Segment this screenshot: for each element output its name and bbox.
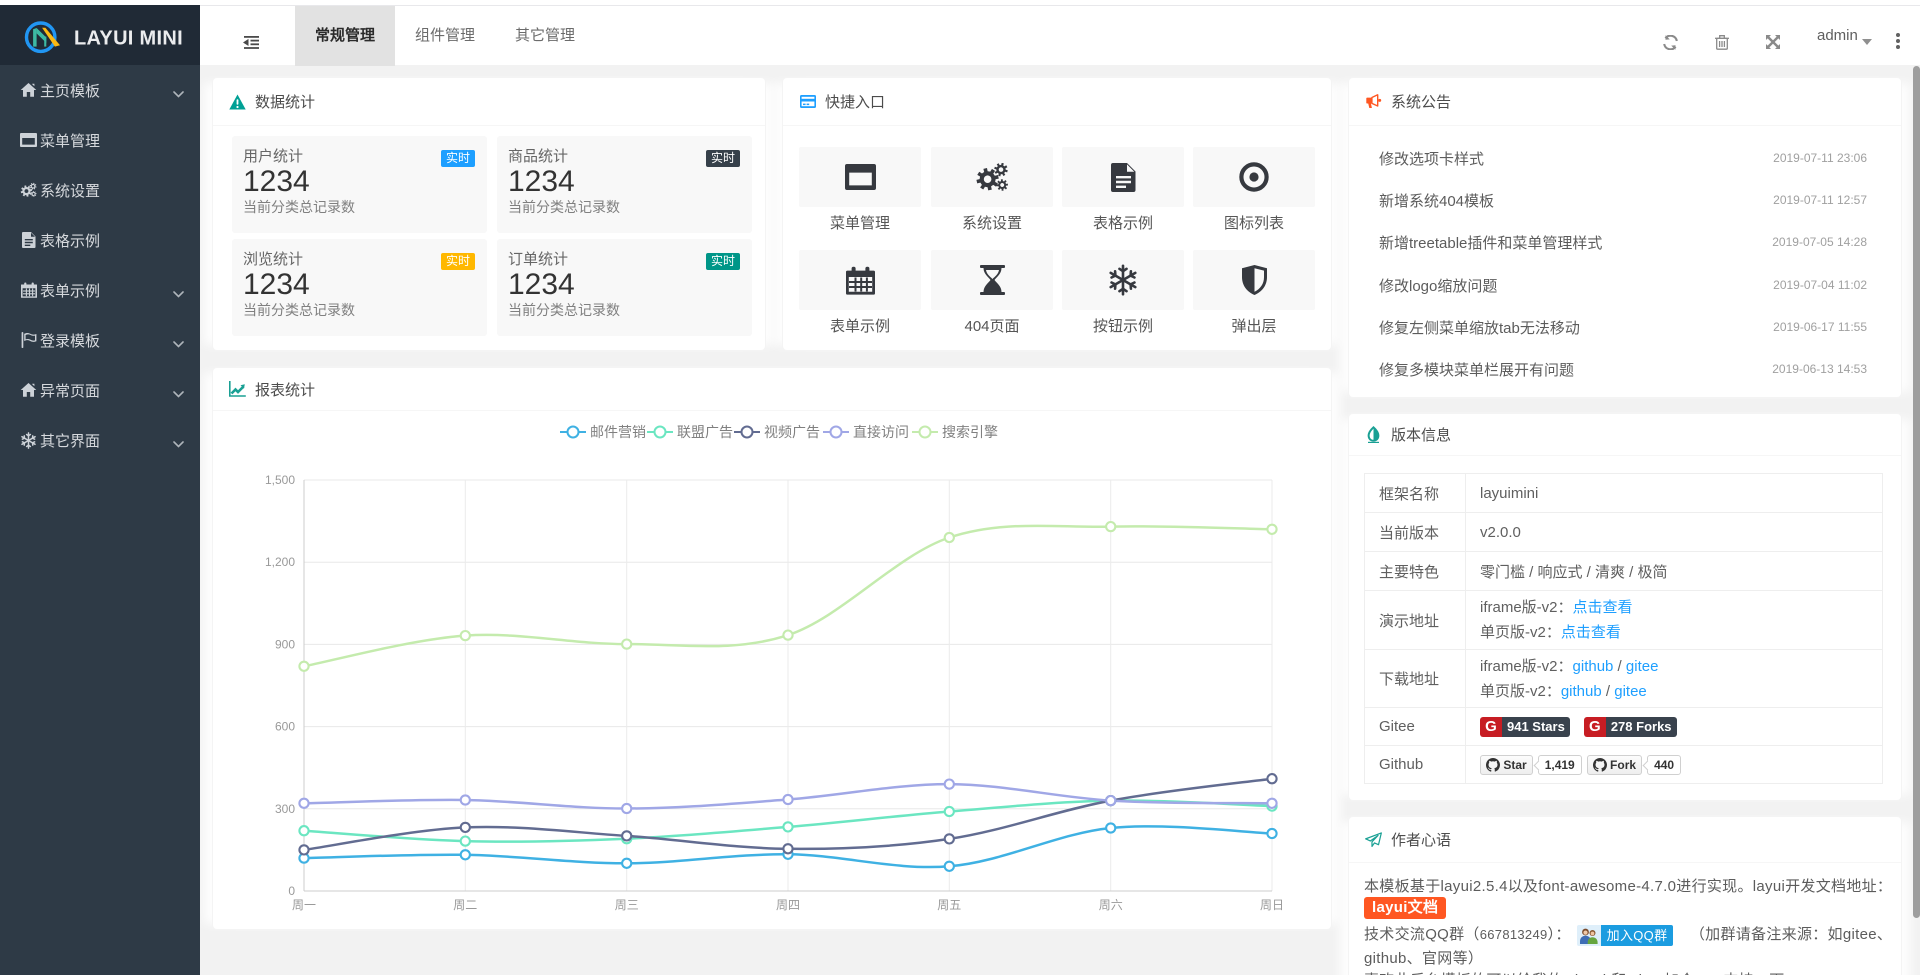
svg-text:邮件营销: 邮件营销	[590, 424, 646, 440]
svg-text:周三: 周三	[615, 898, 639, 912]
svg-text:周二: 周二	[453, 898, 477, 912]
svg-text:周一: 周一	[292, 898, 316, 912]
svg-text:周六: 周六	[1099, 898, 1123, 912]
svg-text:周四: 周四	[776, 898, 800, 912]
svg-text:周日: 周日	[1260, 898, 1284, 912]
svg-text:600: 600	[275, 720, 295, 734]
svg-text:直接访问: 直接访问	[853, 424, 909, 440]
svg-text:0: 0	[288, 884, 295, 898]
svg-text:LAYUI MINI: LAYUI MINI	[74, 28, 183, 50]
svg-text:900: 900	[275, 637, 295, 651]
svg-text:联盟广告: 联盟广告	[677, 424, 733, 440]
svg-text:300: 300	[275, 802, 295, 816]
svg-text:视频广告: 视频广告	[764, 424, 820, 440]
svg-text:1,200: 1,200	[265, 555, 295, 569]
svg-text:1,500: 1,500	[265, 473, 295, 487]
svg-text:周五: 周五	[937, 898, 961, 912]
svg-text:搜索引擎: 搜索引擎	[942, 424, 998, 440]
